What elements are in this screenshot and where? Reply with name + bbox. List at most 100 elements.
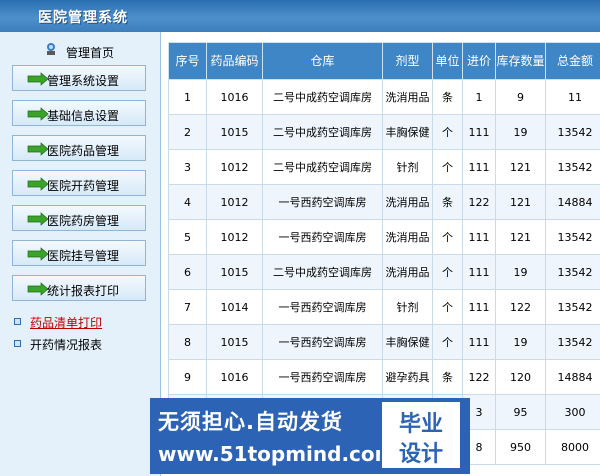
- table-row: 3 1012 二号中成药空调库房 针剂个 111 121 13542: [168, 149, 600, 185]
- table-cell: 1016: [206, 359, 263, 395]
- table-cell: 洗消用品: [382, 184, 433, 220]
- table-row: 4 1012 一号西药空调库房 洗消用品条 122 121 14884: [168, 184, 600, 220]
- table-cell: 1012: [206, 149, 263, 185]
- menu-label: 医院开药管理: [47, 179, 120, 193]
- arrow-icon: [27, 107, 49, 121]
- sublink-label: 开药情况报表: [30, 338, 103, 352]
- table-cell: 个: [432, 324, 463, 360]
- home-icon: [47, 43, 55, 55]
- table-cell: 122: [462, 184, 496, 220]
- arrow-icon: [27, 72, 49, 86]
- menu-prescription-management[interactable]: 医院开药管理: [12, 170, 146, 196]
- table-cell: 二号中成药空调库房: [262, 79, 383, 115]
- table-cell: 1015: [206, 324, 263, 360]
- table-cell: 6: [168, 254, 207, 290]
- table-cell: 二号中成药空调库房: [262, 149, 383, 185]
- table-cell: 95: [495, 394, 546, 430]
- table-cell: 111: [462, 219, 496, 255]
- table-cell: 14884: [545, 184, 600, 220]
- table-cell: 111: [462, 114, 496, 150]
- table-cell: 一号西药空调库房: [262, 324, 383, 360]
- menu-basic-info[interactable]: 基础信息设置: [12, 100, 146, 126]
- table-cell: 1015: [206, 254, 263, 290]
- arrow-icon: [27, 142, 49, 156]
- table-cell: 1012: [206, 184, 263, 220]
- table-row: 6 1015 二号中成药空调库房 洗消用品个 111 19 13542: [168, 254, 600, 290]
- table-cell: 1: [168, 79, 207, 115]
- table-cell: 针剂: [382, 149, 433, 185]
- table-cell: 5: [168, 219, 207, 255]
- table-cell: 一号西药空调库房: [262, 289, 383, 325]
- table-cell: 19: [495, 114, 546, 150]
- table-cell: 洗消用品: [382, 254, 433, 290]
- arrow-icon: [27, 212, 49, 226]
- app-header: 医院管理系统: [0, 0, 600, 32]
- arrow-icon: [27, 177, 49, 191]
- promo-url: www.51topmind.com: [158, 442, 396, 466]
- table-cell: 个: [432, 114, 463, 150]
- table-cell: 121: [495, 184, 546, 220]
- sublink-prescription-report[interactable]: 开药情况报表: [14, 336, 102, 353]
- table-row: 5 1012 一号西药空调库房 洗消用品个 111 121 13542: [168, 219, 600, 255]
- arrow-icon: [27, 247, 49, 261]
- table-row: 1 1016 二号中成药空调库房 洗消用品条 1 9 11: [168, 79, 600, 115]
- table-cell: 120: [495, 359, 546, 395]
- column-header: 单位: [432, 42, 463, 80]
- table-cell: 洗消用品: [382, 79, 433, 115]
- table-cell: 111: [462, 149, 496, 185]
- arrow-icon: [27, 282, 49, 296]
- promo-badge-line2: 设计: [398, 442, 443, 467]
- table-cell: 13542: [545, 149, 600, 185]
- table-cell: 13542: [545, 289, 600, 325]
- bullet-icon: [14, 318, 21, 325]
- promo-text: 无须担心.自动发货 www.51topmind.com: [158, 406, 396, 466]
- table-cell: 3: [168, 149, 207, 185]
- table-cell: 个: [432, 254, 463, 290]
- table-cell: 2: [168, 114, 207, 150]
- table-row: 9 1016 一号西药空调库房 避孕药具条 122 120 14884: [168, 359, 600, 395]
- table-cell: 一号西药空调库房: [262, 359, 383, 395]
- bullet-icon: [14, 340, 21, 347]
- table-cell: 避孕药具: [382, 359, 433, 395]
- table-cell: 121: [495, 149, 546, 185]
- menu-label: 医院挂号管理: [47, 249, 120, 263]
- promo-badge: 毕业 设计: [380, 400, 462, 470]
- promo-badge-line1: 毕业: [398, 412, 443, 437]
- table-cell: 14884: [545, 359, 600, 395]
- table-row: 8 1015 一号西药空调库房 丰胸保健个 111 19 13542: [168, 324, 600, 360]
- table-cell: 13542: [545, 114, 600, 150]
- table-cell: 二号中成药空调库房: [262, 114, 383, 150]
- table-cell: 洗消用品: [382, 219, 433, 255]
- table-cell: 8000: [545, 429, 600, 465]
- home-link[interactable]: 管理首页: [0, 38, 160, 62]
- table-cell: 1012: [206, 219, 263, 255]
- menu-label: 统计报表打印: [47, 284, 120, 298]
- table-cell: 7: [168, 289, 207, 325]
- table-cell: 111: [462, 289, 496, 325]
- table-cell: 111: [462, 324, 496, 360]
- table-cell: 一号西药空调库房: [262, 219, 383, 255]
- sidebar: 管理首页 管理系统设置 基础信息设置 医院药品管理 医院开药管理 医院药房管理 …: [0, 32, 161, 476]
- menu-drug-management[interactable]: 医院药品管理: [12, 135, 146, 161]
- promo-banner[interactable]: 无须担心.自动发货 www.51topmind.com 毕业 设计: [150, 398, 470, 474]
- menu-label: 医院药品管理: [47, 144, 120, 158]
- menu-report-printing[interactable]: 统计报表打印: [12, 275, 146, 301]
- menu-label: 基础信息设置: [47, 109, 120, 123]
- menu-pharmacy-management[interactable]: 医院药房管理: [12, 205, 146, 231]
- table-cell: 122: [495, 289, 546, 325]
- column-header: 进价: [462, 42, 496, 80]
- table-cell: 13542: [545, 254, 600, 290]
- column-header: 剂型: [382, 42, 433, 80]
- table-cell: 一号西药空调库房: [262, 184, 383, 220]
- table-cell: 13542: [545, 324, 600, 360]
- home-label: 管理首页: [66, 46, 115, 60]
- table-cell: 个: [432, 219, 463, 255]
- sublink-drug-list-print[interactable]: 药品清单打印: [14, 314, 102, 331]
- menu-system-settings[interactable]: 管理系统设置: [12, 65, 146, 91]
- table-row: 7 1014 一号西药空调库房 针剂个 111 122 13542: [168, 289, 600, 325]
- table-cell: 条: [432, 79, 463, 115]
- promo-slogan: 无须担心.自动发货: [158, 410, 343, 434]
- menu-registration-management[interactable]: 医院挂号管理: [12, 240, 146, 266]
- app-title: 医院管理系统: [38, 10, 128, 26]
- table-cell: 122: [462, 359, 496, 395]
